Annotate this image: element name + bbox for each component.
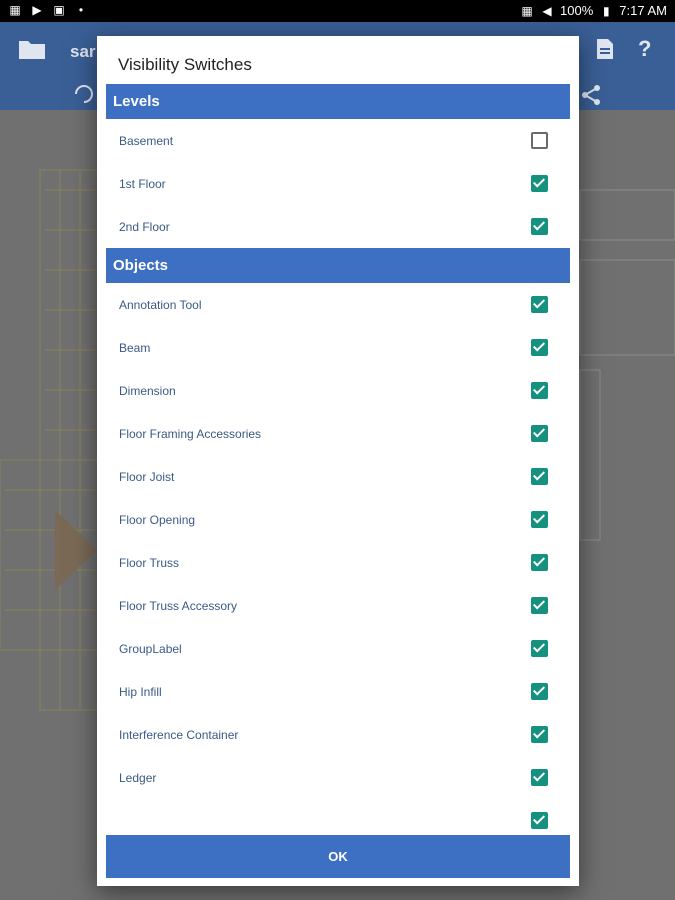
visibility-row-label: 1st Floor <box>119 177 166 191</box>
checkbox-checked[interactable] <box>531 554 548 571</box>
battery-icon: ▮ <box>602 3 610 18</box>
wifi-icon: ◀ <box>542 3 552 18</box>
visibility-row[interactable]: 1st Floor <box>106 162 570 205</box>
visibility-row-label: Floor Opening <box>119 513 196 527</box>
checkbox-checked[interactable] <box>531 511 548 528</box>
checkbox-checked[interactable] <box>531 468 548 485</box>
visibility-row[interactable]: GroupLabel <box>106 627 570 670</box>
document-icon[interactable] <box>596 38 614 60</box>
checkbox-checked[interactable] <box>531 218 548 235</box>
visibility-row[interactable]: Ledger <box>106 756 570 799</box>
visibility-row[interactable]: Floor Opening <box>106 498 570 541</box>
share-icon[interactable] <box>580 84 602 106</box>
visibility-row[interactable]: Interference Container <box>106 713 570 756</box>
vibrate-icon: ▦ <box>521 3 533 18</box>
dot-icon: • <box>78 3 84 17</box>
visibility-row[interactable]: 2nd Floor <box>106 205 570 248</box>
checkbox-checked[interactable] <box>531 640 548 657</box>
checkbox-checked[interactable] <box>531 175 548 192</box>
visibility-row[interactable]: Floor Framing Accessories <box>106 412 570 455</box>
battery-level: 100% <box>560 3 594 18</box>
checkbox-unchecked[interactable] <box>531 132 548 149</box>
visibility-row-label: Dimension <box>119 384 176 398</box>
visibility-row[interactable]: Beam <box>106 326 570 369</box>
visibility-row[interactable]: Hip Infill <box>106 670 570 713</box>
visibility-row[interactable]: Floor Truss <box>106 541 570 584</box>
dialog-title: Visibility Switches <box>118 55 252 74</box>
visibility-row[interactable]: Floor Truss Accessory <box>106 584 570 627</box>
visibility-row-label: Floor Truss <box>119 556 180 570</box>
section-header-objects: Objects <box>106 248 570 283</box>
visibility-row-label: Ledger <box>119 771 157 785</box>
visibility-row-label: Hip Infill <box>119 685 162 699</box>
visibility-row-label: Basement <box>119 134 174 148</box>
rotate-icon[interactable] <box>72 82 96 106</box>
visibility-row-label: GroupLabel <box>119 642 182 656</box>
visibility-row[interactable]: Basement <box>106 119 570 162</box>
checkbox-checked[interactable] <box>531 339 548 356</box>
checkbox-checked[interactable] <box>531 812 548 829</box>
visibility-row-label: Annotation Tool <box>119 298 202 312</box>
status-bar-left: ▦ ▶ ▣ • <box>8 3 88 17</box>
visibility-row[interactable]: Annotation Tool <box>106 283 570 326</box>
checkbox-checked[interactable] <box>531 296 548 313</box>
visibility-row[interactable]: Dimension <box>106 369 570 412</box>
checkbox-checked[interactable] <box>531 683 548 700</box>
checkbox-checked[interactable] <box>531 597 548 614</box>
checkbox-checked[interactable] <box>531 425 548 442</box>
notification-icon: ▦ <box>9 3 21 17</box>
section-header-levels: Levels <box>106 84 570 119</box>
folder-icon[interactable] <box>18 38 46 60</box>
app-title: sar <box>70 42 96 61</box>
visibility-list[interactable]: Levels Basement 1st Floor 2nd Floor Objects A… <box>106 84 570 856</box>
checkbox-checked[interactable] <box>531 726 548 743</box>
checkbox-checked[interactable] <box>531 769 548 786</box>
visibility-row[interactable]: Floor Joist <box>106 455 570 498</box>
ok-button[interactable]: OK <box>106 835 570 878</box>
clock: 7:17 AM <box>619 3 667 18</box>
help-icon[interactable]: ? <box>638 36 651 62</box>
visibility-row-label: Interference Container <box>119 728 239 742</box>
checkbox-checked[interactable] <box>531 382 548 399</box>
visibility-switches-dialog: Visibility Switches Levels Basement 1st Fl… <box>97 36 579 886</box>
visibility-row-label: 2nd Floor <box>119 220 170 234</box>
visibility-row-label: Floor Truss Accessory <box>119 599 238 613</box>
visibility-row-label: Beam <box>119 341 151 355</box>
play-store-icon: ▶ <box>32 3 42 17</box>
status-bar: ▦ ▶ ▣ • ▦ ◀ 100% ▮ 7:17 AM <box>0 0 675 22</box>
status-bar-right: ▦ ◀ 100% ▮ 7:17 AM <box>520 3 667 18</box>
image-icon: ▣ <box>53 3 65 17</box>
visibility-row-label: Floor Framing Accessories <box>119 427 262 441</box>
visibility-row-label: Floor Joist <box>119 470 175 484</box>
